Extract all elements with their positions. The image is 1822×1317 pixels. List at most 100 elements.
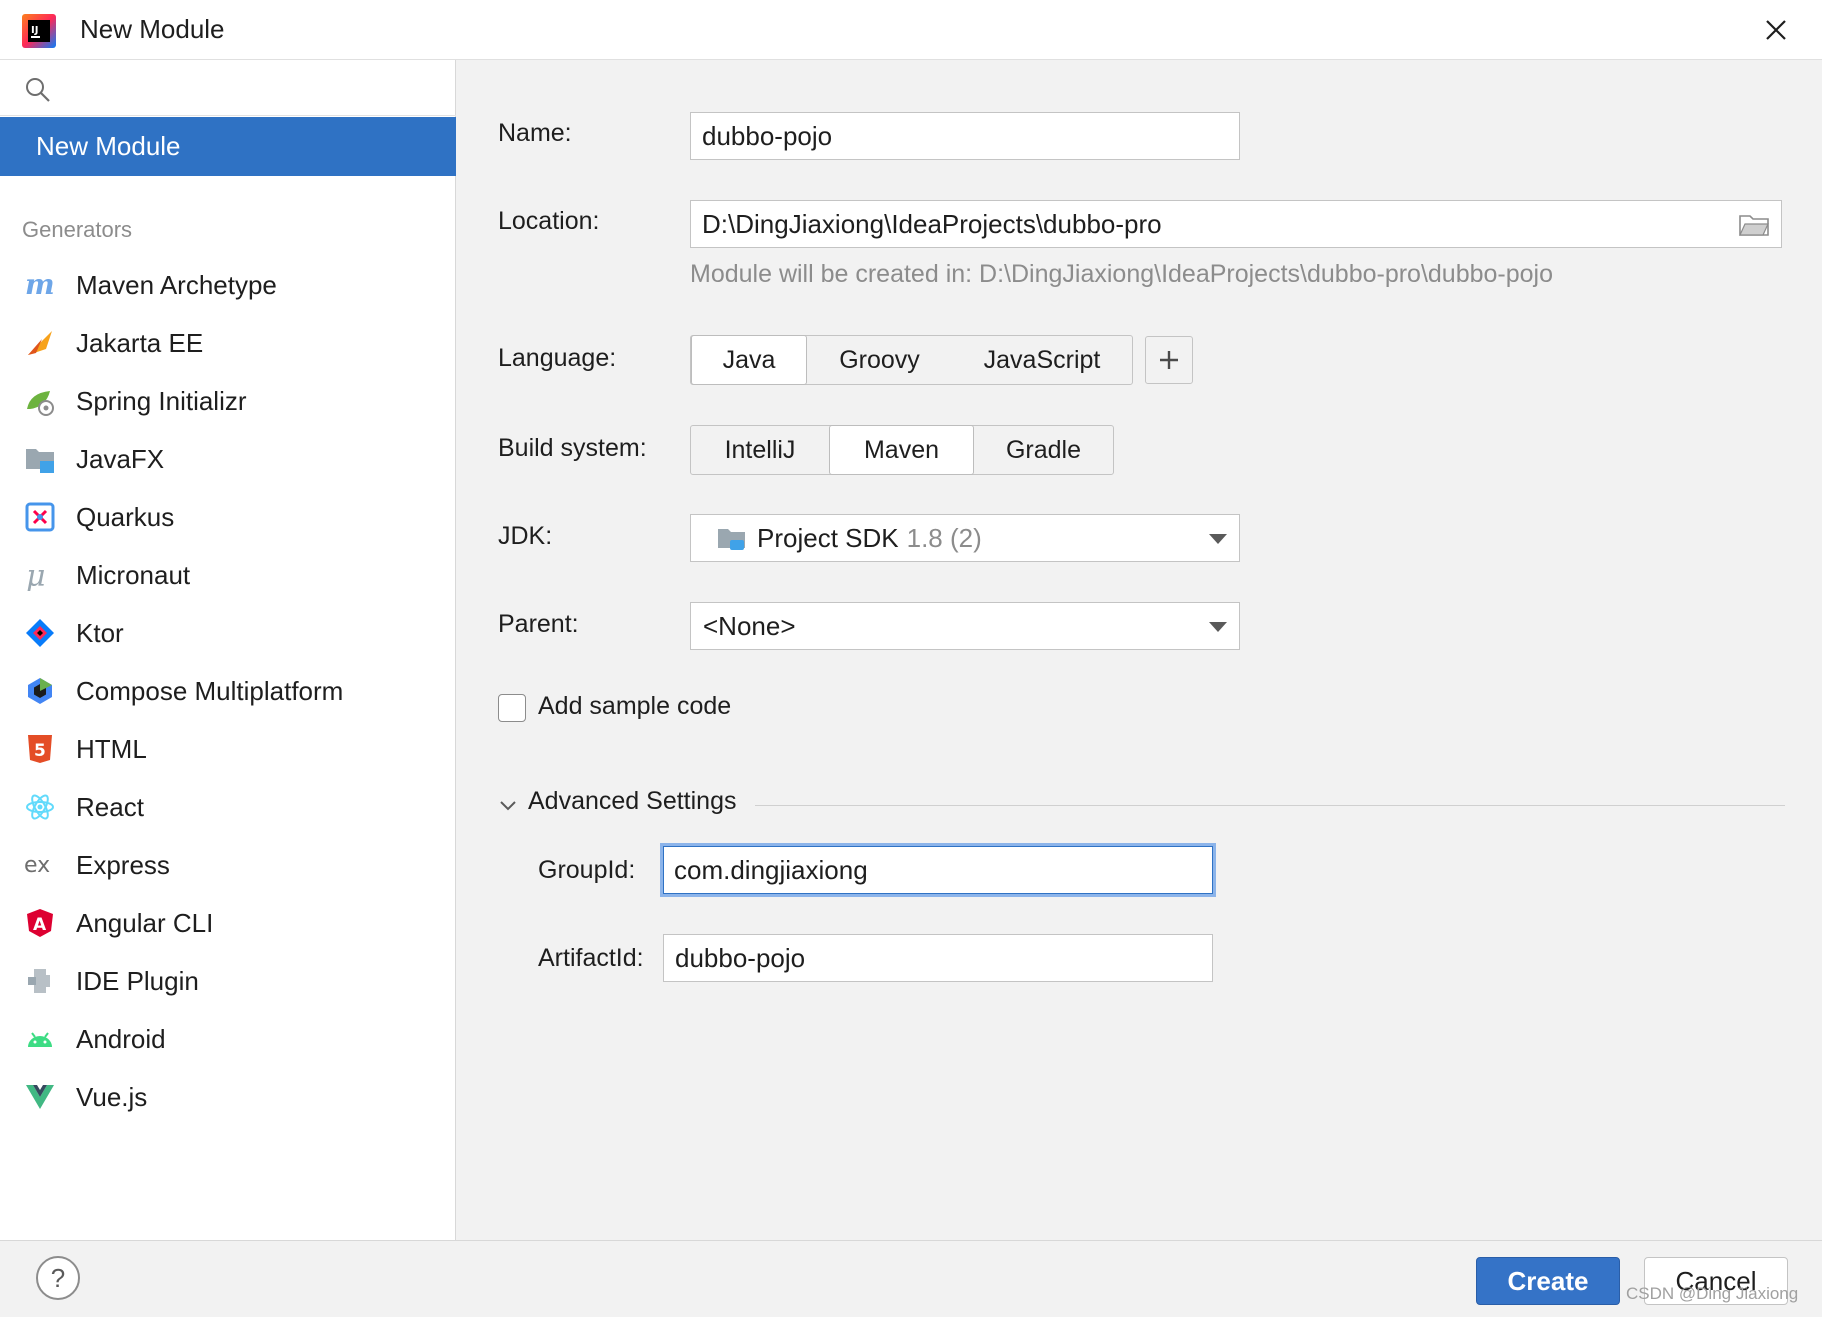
search-icon [26, 78, 50, 102]
advanced-settings-toggle[interactable]: Advanced Settings [528, 787, 736, 816]
name-field-value: dubbo-pojo [702, 120, 833, 151]
generator-html[interactable]: 5 HTML [0, 720, 456, 778]
generator-maven-archetype[interactable]: m Maven Archetype [0, 256, 456, 314]
jdk-name: Project SDK [757, 522, 899, 553]
build-intellij-button[interactable]: IntelliJ [691, 426, 829, 474]
micronaut-icon: μ [24, 559, 56, 591]
plus-icon [1160, 351, 1178, 369]
module-settings-panel: Name: dubbo-pojo Location: D:\DingJiaxio… [457, 60, 1822, 1240]
new-module-dialog: IJ New Module New Module Generators m Ma… [0, 0, 1822, 1317]
name-label: Name: [498, 119, 572, 147]
sample-code-label: Add sample code [538, 692, 732, 720]
ktor-icon [24, 617, 56, 649]
sidebar-item-new-module[interactable]: New Module [0, 117, 456, 176]
language-label: Language: [498, 344, 617, 372]
language-java-button[interactable]: Java [691, 335, 807, 385]
generator-javafx[interactable]: JavaFX [0, 430, 456, 488]
help-button[interactable]: ? [36, 1256, 80, 1300]
generator-label: Spring Initializr [76, 385, 247, 416]
generator-label: Angular CLI [76, 907, 214, 938]
sample-code-checkbox[interactable] [498, 694, 526, 722]
svg-text:μ: μ [26, 559, 46, 591]
generators-list: m Maven Archetype Jakarta EE Spring Init… [0, 256, 456, 1126]
vue-icon [24, 1081, 56, 1113]
svg-text:ex: ex [24, 853, 50, 878]
plugin-icon [24, 965, 56, 997]
name-field[interactable]: dubbo-pojo [690, 112, 1240, 160]
parent-label: Parent: [498, 610, 579, 638]
dialog-title: New Module [80, 14, 225, 44]
angular-icon: A [24, 907, 56, 939]
generator-android[interactable]: Android [0, 1010, 456, 1068]
generator-ide-plugin[interactable]: IDE Plugin [0, 952, 456, 1010]
jdk-version: 1.8 (2) [906, 522, 982, 553]
svg-text:m: m [25, 269, 55, 301]
jdk-label: JDK: [498, 522, 553, 550]
advanced-settings-divider [755, 805, 1785, 806]
build-system-selector: IntelliJ Maven Gradle [690, 425, 1114, 475]
groupid-label: GroupId: [538, 856, 636, 884]
jdk-dropdown[interactable]: Project SDK 1.8 (2) [690, 514, 1240, 562]
close-icon [1766, 20, 1786, 40]
build-gradle-button[interactable]: Gradle [974, 426, 1113, 474]
svg-text:A: A [33, 915, 47, 935]
language-groovy-button[interactable]: Groovy [807, 336, 952, 384]
location-hint: Module will be created in: D:\DingJiaxio… [690, 260, 1554, 288]
generator-label: Maven Archetype [76, 269, 277, 300]
express-icon: ex [24, 849, 56, 881]
title-bar: IJ New Module [0, 0, 1822, 60]
build-maven-button[interactable]: Maven [829, 425, 974, 475]
language-javascript-button[interactable]: JavaScript [952, 336, 1132, 384]
parent-value: <None> [703, 610, 796, 641]
folder-browse-icon[interactable] [1739, 213, 1769, 237]
sidebar: New Module Generators m Maven Archetype … [0, 60, 456, 1240]
compose-icon [24, 675, 56, 707]
generator-label: Micronaut [76, 559, 191, 590]
html5-icon: 5 [24, 733, 56, 765]
jakarta-icon [24, 327, 56, 359]
add-language-button[interactable] [1145, 336, 1193, 384]
artifactid-value: dubbo-pojo [675, 942, 806, 973]
generator-label: Android [76, 1023, 166, 1054]
generator-micronaut[interactable]: μ Micronaut [0, 546, 456, 604]
create-button[interactable]: Create [1476, 1257, 1620, 1305]
generator-ktor[interactable]: Ktor [0, 604, 456, 662]
chevron-down-icon [1209, 622, 1227, 632]
groupid-value: com.dingjiaxiong [674, 854, 868, 885]
generator-quarkus[interactable]: Quarkus [0, 488, 456, 546]
watermark: CSDN @Ding Jiaxiong [1626, 1284, 1799, 1303]
search-input[interactable] [64, 68, 444, 108]
intellij-logo-icon: IJ [22, 14, 56, 48]
generator-angular-cli[interactable]: A Angular CLI [0, 894, 456, 952]
generator-label: Jakarta EE [76, 327, 204, 358]
generator-label: Quarkus [76, 501, 175, 532]
javafx-icon [24, 443, 56, 475]
maven-icon: m [24, 269, 56, 301]
location-field[interactable]: D:\DingJiaxiong\IdeaProjects\dubbo-pro [690, 200, 1782, 248]
sdk-folder-icon [718, 529, 745, 550]
spring-icon [24, 385, 56, 417]
artifactid-field[interactable]: dubbo-pojo [663, 934, 1213, 982]
dialog-footer: ? Create Cancel [0, 1240, 1822, 1317]
generator-jakarta-ee[interactable]: Jakarta EE [0, 314, 456, 372]
generator-express[interactable]: ex Express [0, 836, 456, 894]
android-icon [24, 1023, 56, 1055]
generator-react[interactable]: React [0, 778, 456, 836]
close-button[interactable] [1756, 12, 1796, 48]
generator-label: JavaFX [76, 443, 165, 474]
generator-spring-initializr[interactable]: Spring Initializr [0, 372, 456, 430]
parent-dropdown[interactable]: <None> [690, 602, 1240, 650]
generator-label: Express [76, 849, 170, 880]
generator-label: IDE Plugin [76, 965, 199, 996]
react-icon [24, 791, 56, 823]
groupid-field[interactable]: com.dingjiaxiong [660, 843, 1216, 897]
sidebar-search [0, 60, 456, 116]
generators-header: Generators [22, 217, 133, 242]
generator-vue-js[interactable]: Vue.js [0, 1068, 456, 1126]
language-selector: Java Groovy JavaScript [690, 335, 1133, 385]
chevron-down-icon[interactable] [498, 796, 518, 816]
generator-label: React [76, 791, 144, 822]
generator-compose-multiplatform[interactable]: Compose Multiplatform [0, 662, 456, 720]
build-system-label: Build system: [498, 434, 647, 462]
quarkus-icon [24, 501, 56, 533]
